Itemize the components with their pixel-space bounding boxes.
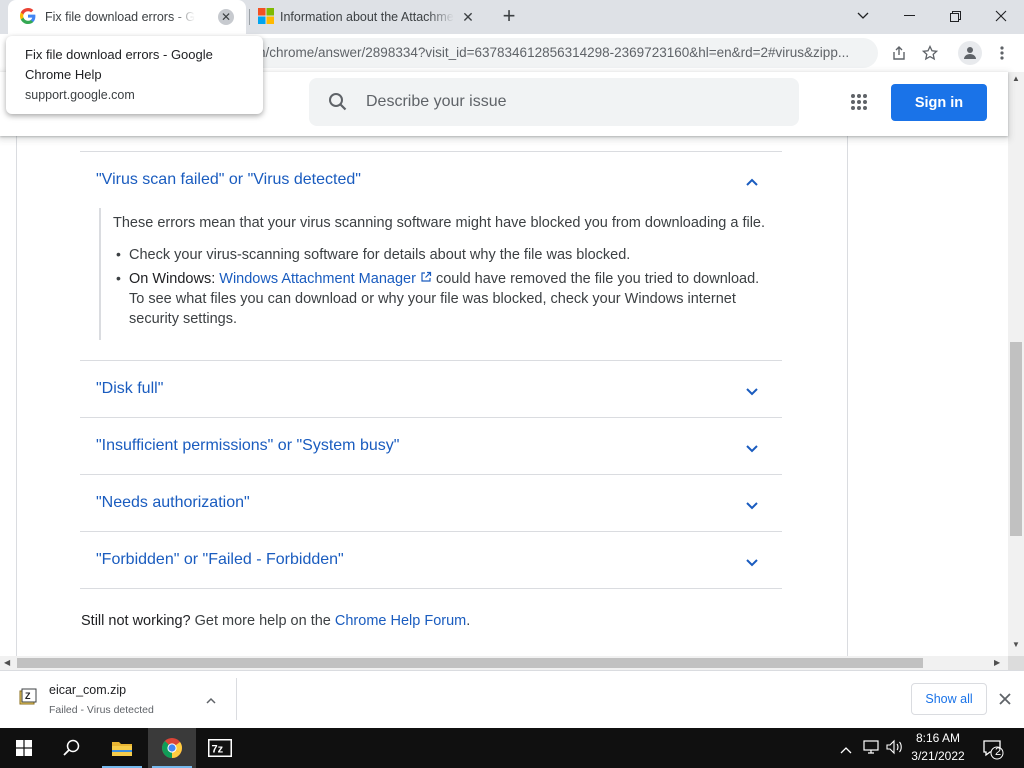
bullet-dot: • bbox=[116, 270, 121, 286]
taskbar-clock-date[interactable]: 3/21/2022 bbox=[900, 749, 976, 763]
tab-hover-tooltip: Fix file download errors - Google Chrome… bbox=[6, 36, 263, 114]
show-all-button[interactable]: Show all bbox=[911, 683, 987, 715]
still-period: . bbox=[466, 613, 471, 629]
bullet-line-2: To see what files you can download or wh… bbox=[129, 291, 736, 307]
chevron-down-icon[interactable] bbox=[744, 440, 760, 456]
on-windows-label: On Windows: bbox=[129, 271, 216, 287]
share-icon[interactable] bbox=[888, 42, 910, 64]
external-link-icon[interactable] bbox=[420, 271, 436, 287]
search-input[interactable]: Describe your issue bbox=[309, 78, 799, 126]
accordion-forbidden[interactable]: "Forbidden" or "Failed - Forbidden" bbox=[80, 531, 782, 589]
accordion-insufficient-permissions[interactable]: "Insufficient permissions" or "System bu… bbox=[80, 417, 782, 474]
file-explorer-icon[interactable] bbox=[98, 728, 146, 768]
chevron-up-icon[interactable] bbox=[205, 693, 217, 711]
chrome-menu-icon[interactable] bbox=[991, 42, 1013, 64]
scroll-right-arrow-icon[interactable]: ▶ bbox=[994, 658, 1000, 667]
tooltip-title: Fix file download errors - Google Chrome… bbox=[25, 47, 213, 82]
show-hidden-icons-icon[interactable] bbox=[840, 741, 852, 759]
bullet-on-windows: On Windows: Windows Attachment Manager c… bbox=[129, 269, 759, 289]
close-tab-icon[interactable]: ✕ bbox=[218, 9, 234, 25]
scroll-corner bbox=[1008, 656, 1024, 670]
section-intro: These errors mean that your virus scanni… bbox=[113, 215, 766, 231]
microsoft-logo-icon bbox=[258, 7, 274, 27]
svg-text:7z: 7z bbox=[212, 744, 224, 756]
bookmark-star-icon[interactable] bbox=[919, 42, 941, 64]
still-not-working-label: Still not working? bbox=[81, 613, 191, 629]
taskbar-clock-time[interactable]: 8:16 AM bbox=[900, 731, 976, 745]
horizontal-scroll-thumb[interactable] bbox=[17, 658, 923, 668]
shelf-divider bbox=[236, 678, 237, 720]
tab-divider bbox=[249, 9, 250, 25]
accordion-disk-full[interactable]: "Disk full" bbox=[80, 360, 782, 417]
accordion-title[interactable]: "Needs authorization" bbox=[96, 494, 250, 512]
close-shelf-icon[interactable] bbox=[999, 692, 1011, 710]
sign-in-button[interactable]: Sign in bbox=[891, 84, 987, 121]
accordion-title[interactable]: "Disk full" bbox=[96, 380, 163, 398]
download-filename[interactable]: eicar_com.zip bbox=[49, 683, 126, 697]
search-icon[interactable] bbox=[48, 728, 96, 768]
bullet-dot: • bbox=[116, 246, 121, 262]
accordion-title[interactable]: "Insufficient permissions" or "System bu… bbox=[96, 437, 399, 455]
chevron-down-icon[interactable] bbox=[744, 554, 760, 570]
tab-search-chevron-icon[interactable] bbox=[840, 0, 886, 32]
minimize-button[interactable] bbox=[886, 0, 932, 32]
chevron-up-icon[interactable] bbox=[744, 174, 760, 190]
accordion-title[interactable]: "Virus scan failed" or "Virus detected" bbox=[96, 171, 361, 189]
close-tab-icon[interactable]: ✕ bbox=[460, 9, 476, 25]
attachment-manager-link[interactable]: Windows Attachment Manager bbox=[219, 271, 416, 287]
chrome-help-forum-link[interactable]: Chrome Help Forum bbox=[335, 613, 466, 629]
download-shelf bbox=[0, 670, 1024, 728]
bullet-continuation: could have removed the file you tried to… bbox=[435, 271, 760, 287]
bullet-check-software: Check your virus-scanning software for d… bbox=[129, 247, 631, 263]
chevron-down-icon[interactable] bbox=[744, 497, 760, 513]
bullet-line-3: security settings. bbox=[129, 311, 237, 327]
tab-title: Information about the Attachment Manager bbox=[280, 10, 454, 24]
windows-start-icon[interactable] bbox=[0, 728, 48, 768]
7zip-icon[interactable]: 7z bbox=[196, 728, 244, 768]
tab-fix-download-errors[interactable]: Fix file download errors - Google Chrome… bbox=[8, 0, 246, 34]
section-body-rule bbox=[99, 208, 101, 340]
scroll-down-arrow-icon[interactable]: ▼ bbox=[1012, 640, 1020, 649]
url-text[interactable]: n/chrome/answer/2898334?visit_id=6378346… bbox=[258, 45, 849, 60]
download-status: Failed - Virus detected bbox=[49, 704, 154, 716]
search-icon bbox=[327, 91, 349, 118]
chevron-down-icon[interactable] bbox=[744, 383, 760, 399]
notification-count: 2 bbox=[994, 746, 1002, 758]
tab-attachment-manager[interactable]: Information about the Attachment Manager… bbox=[252, 0, 488, 34]
search-placeholder: Describe your issue bbox=[366, 93, 507, 110]
accordion-title[interactable]: "Forbidden" or "Failed - Forbidden" bbox=[96, 551, 344, 569]
svg-text:Z: Z bbox=[25, 691, 31, 701]
close-window-button[interactable] bbox=[978, 0, 1024, 32]
still-not-working: Still not working? Get more help on the … bbox=[81, 613, 470, 629]
new-tab-button[interactable]: + bbox=[498, 5, 520, 28]
vertical-scroll-thumb[interactable] bbox=[1010, 342, 1022, 536]
network-icon[interactable] bbox=[862, 739, 880, 760]
still-text: Get more help on the bbox=[190, 613, 335, 629]
google-g-icon bbox=[20, 7, 36, 27]
restore-button[interactable] bbox=[932, 0, 978, 32]
scroll-left-arrow-icon[interactable]: ◀ bbox=[4, 658, 10, 667]
scroll-up-arrow-icon[interactable]: ▲ bbox=[1012, 74, 1020, 83]
tab-title: Fix file download errors - Google Chrome… bbox=[45, 10, 195, 24]
zip-file-icon: Z bbox=[19, 688, 37, 711]
google-apps-icon[interactable] bbox=[850, 93, 868, 111]
accordion-needs-authorization[interactable]: "Needs authorization" bbox=[80, 474, 782, 531]
profile-avatar-icon[interactable] bbox=[958, 41, 982, 65]
chrome-icon[interactable] bbox=[148, 728, 196, 768]
tooltip-host: support.google.com bbox=[25, 88, 135, 102]
